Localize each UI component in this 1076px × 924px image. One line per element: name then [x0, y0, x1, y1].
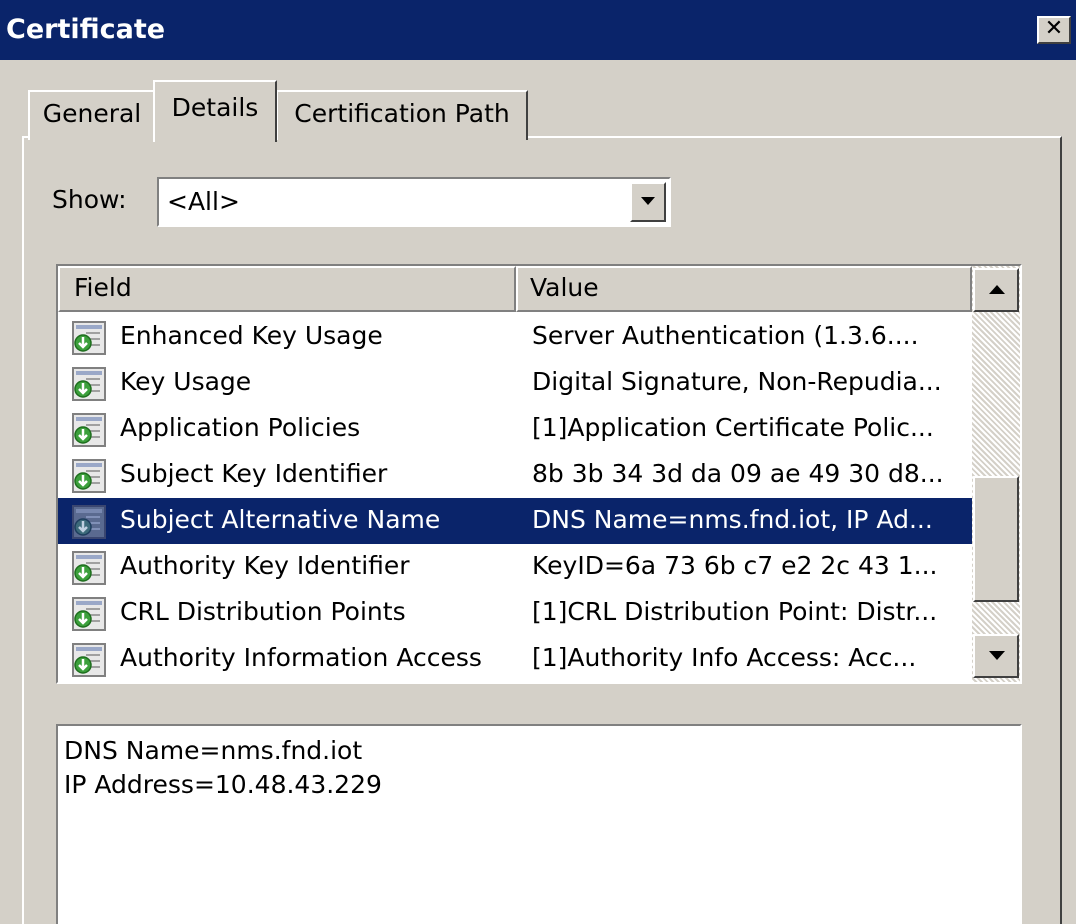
arrow-down-icon: [989, 651, 1005, 660]
title-bar[interactable]: Certificate ✕: [0, 0, 1076, 60]
window-title: Certificate: [6, 14, 166, 45]
scroll-up-button[interactable]: [973, 268, 1019, 312]
cert-extension-icon: [72, 551, 106, 585]
dropdown-button[interactable]: [630, 182, 666, 222]
list-row[interactable]: Key Usage Digital Signature, Non-Repudia…: [58, 360, 972, 406]
row-field: Authority Information Access: [120, 643, 482, 672]
row-value: 8b 3b 34 3d da 09 ae 49 30 d8...: [532, 459, 944, 488]
tab-general-label: General: [42, 99, 142, 128]
row-value: KeyID=6a 73 6b c7 e2 2c 43 1...: [532, 551, 938, 580]
tab-general[interactable]: General: [28, 90, 156, 140]
cert-extension-icon: [72, 413, 106, 447]
arrow-up-icon: [989, 285, 1005, 294]
show-label: Show:: [52, 185, 127, 214]
list-header: Field Value: [58, 266, 972, 312]
row-value: DNS Name=nms.fnd.iot, IP Ad...: [532, 505, 933, 534]
detail-line: DNS Name=nms.fnd.iot: [64, 736, 363, 765]
row-field: Key Usage: [120, 367, 252, 396]
close-icon: ✕: [1044, 16, 1064, 41]
show-dropdown[interactable]: <All>: [157, 177, 671, 227]
cert-extension-icon: [72, 597, 106, 631]
row-value: [1]Authority Info Access: Acc...: [532, 643, 917, 672]
cert-extension-icon: [72, 643, 106, 677]
scroll-thumb[interactable]: [973, 476, 1019, 602]
row-field: Enhanced Key Usage: [120, 321, 383, 350]
cert-extension-icon: [72, 459, 106, 493]
scroll-down-button[interactable]: [973, 634, 1019, 678]
list-row[interactable]: Subject Key Identifier 8b 3b 34 3d da 09…: [58, 452, 972, 498]
row-field: Subject Alternative Name: [120, 505, 441, 534]
row-field: Subject Key Identifier: [120, 459, 388, 488]
list-row[interactable]: Authority Information Access [1]Authorit…: [58, 636, 972, 682]
vertical-scrollbar[interactable]: [972, 266, 1020, 682]
row-value: [1]Application Certificate Polic...: [532, 413, 934, 442]
tab-details-label: Details: [171, 93, 259, 122]
row-value: Server Authentication (1.3.6....: [532, 321, 919, 350]
column-header-field[interactable]: Field: [58, 266, 516, 312]
row-value: Digital Signature, Non-Repudia...: [532, 367, 942, 396]
column-header-value[interactable]: Value: [516, 266, 972, 312]
field-detail-textbox[interactable]: DNS Name=nms.fnd.iot IP Address=10.48.43…: [56, 724, 1022, 924]
certificate-dialog: Certificate ✕ General Details Certificat…: [0, 0, 1076, 924]
list-row-selected[interactable]: Subject Alternative Name DNS Name=nms.fn…: [58, 498, 972, 544]
tab-certification-path[interactable]: Certification Path: [276, 90, 528, 140]
tab-certification-path-label: Certification Path: [294, 99, 510, 128]
cert-extension-icon: [72, 321, 106, 355]
list-row[interactable]: Application Policies [1]Application Cert…: [58, 406, 972, 452]
row-value: [1]CRL Distribution Point: Distr...: [532, 597, 938, 626]
list-row[interactable]: Enhanced Key Usage Server Authentication…: [58, 314, 972, 360]
column-header-value-label: Value: [530, 273, 599, 302]
list-row[interactable]: CRL Distribution Points [1]CRL Distribut…: [58, 590, 972, 636]
fields-list[interactable]: Field Value Enhanced Key Usage Server Au…: [56, 264, 1022, 684]
close-button[interactable]: ✕: [1037, 16, 1071, 44]
list-row[interactable]: Authority Key Identifier KeyID=6a 73 6b …: [58, 544, 972, 590]
cert-extension-icon: [72, 367, 106, 401]
row-field: Application Policies: [120, 413, 361, 442]
row-field: Authority Key Identifier: [120, 551, 410, 580]
chevron-down-icon: [641, 197, 655, 205]
cert-extension-icon: [72, 505, 106, 539]
column-header-field-label: Field: [74, 273, 132, 302]
show-selected-value: <All>: [167, 187, 240, 216]
row-field: CRL Distribution Points: [120, 597, 406, 626]
tab-details[interactable]: Details: [153, 80, 277, 142]
detail-line: IP Address=10.48.43.229: [64, 770, 382, 799]
